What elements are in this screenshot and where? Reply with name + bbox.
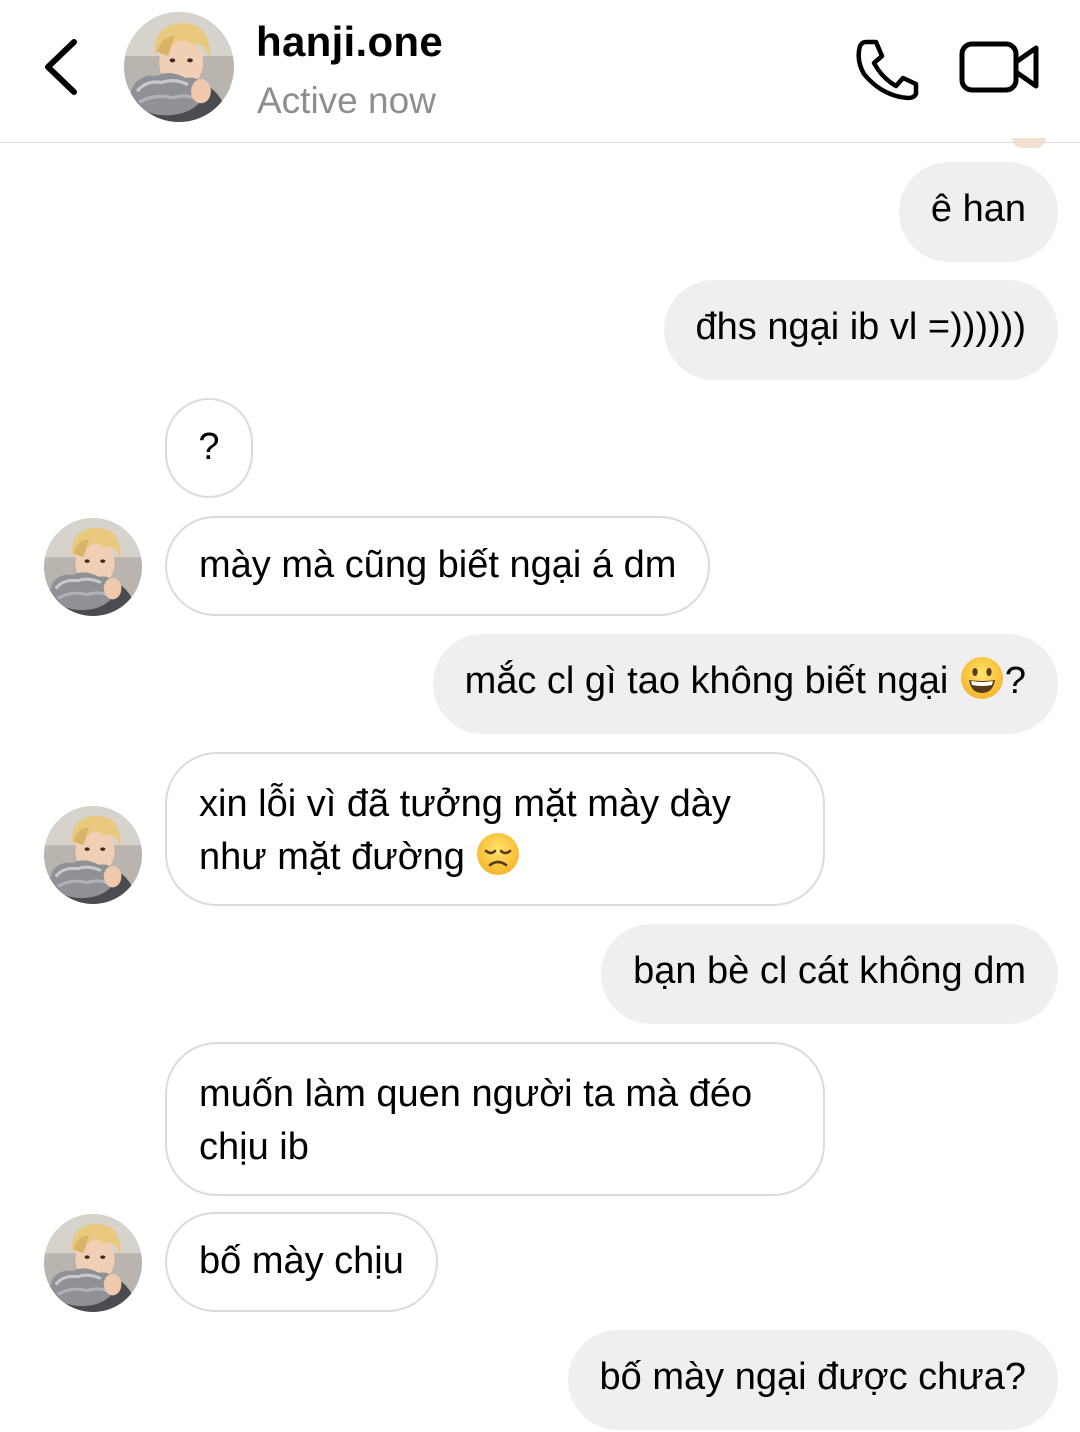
- sent-message[interactable]: bố mày ngại được chưa?: [567, 1330, 1058, 1430]
- received-message[interactable]: ?: [165, 398, 253, 498]
- sent-message[interactable]: đhs ngại ib vl =)))))): [663, 280, 1058, 380]
- audio-call-button[interactable]: [852, 36, 922, 102]
- chat-username[interactable]: hanji.one: [256, 18, 443, 66]
- sender-avatar[interactable]: [44, 518, 142, 616]
- message-line-with-emoji: như mặt đường: [199, 831, 791, 884]
- chevron-left-icon: [45, 39, 77, 95]
- video-camera-icon: [959, 41, 1039, 93]
- sent-message[interactable]: ê han: [898, 162, 1058, 262]
- message-line: như mặt đường: [199, 836, 476, 878]
- message-line: muốn làm quen người ta mà đéo: [199, 1073, 753, 1115]
- message-text: bố mày ngại được chưa?: [599, 1356, 1026, 1398]
- message-line: chịu ib: [199, 1126, 309, 1168]
- received-message[interactable]: bố mày chịu: [165, 1212, 438, 1312]
- received-message[interactable]: muốn làm quen người ta mà đéo chịu ib: [165, 1042, 825, 1196]
- received-message[interactable]: xin lỗi vì đã tưởng mặt mày dày như mặt …: [165, 752, 825, 906]
- message-line: xin lỗi vì đã tưởng mặt mày dày: [199, 783, 731, 825]
- profile-avatar[interactable]: [124, 12, 234, 122]
- back-button[interactable]: [38, 34, 86, 100]
- message-text: ê han: [930, 188, 1026, 230]
- phone-icon: [856, 39, 919, 101]
- disappointed-face-emoji-icon: [477, 833, 520, 875]
- sender-avatar[interactable]: [44, 806, 142, 904]
- sender-avatar[interactable]: [44, 1214, 142, 1312]
- active-status: Active now: [257, 80, 436, 121]
- message-text: ?: [198, 426, 220, 468]
- message-text: đhs ngại ib vl =)))))): [695, 306, 1026, 348]
- sent-message[interactable]: bạn bè cl cát không dm: [601, 924, 1058, 1024]
- grinning-face-emoji-icon: [960, 657, 1003, 699]
- chat-header: hanji.one Active now: [0, 0, 1080, 143]
- message-suffix: ?: [1004, 660, 1026, 702]
- message-text: mắc cl gì tao không biết ngại: [464, 660, 959, 702]
- video-call-button[interactable]: [958, 38, 1042, 98]
- received-message[interactable]: mày mà cũng biết ngại á dm: [165, 516, 711, 616]
- message-text: bạn bè cl cát không dm: [633, 950, 1026, 992]
- message-text: bố mày chịu: [199, 1240, 404, 1282]
- previous-message-edge: [1012, 138, 1046, 148]
- message-text: mày mà cũng biết ngại á dm: [199, 544, 677, 586]
- sent-message[interactable]: mắc cl gì tao không biết ngại ?: [432, 634, 1058, 734]
